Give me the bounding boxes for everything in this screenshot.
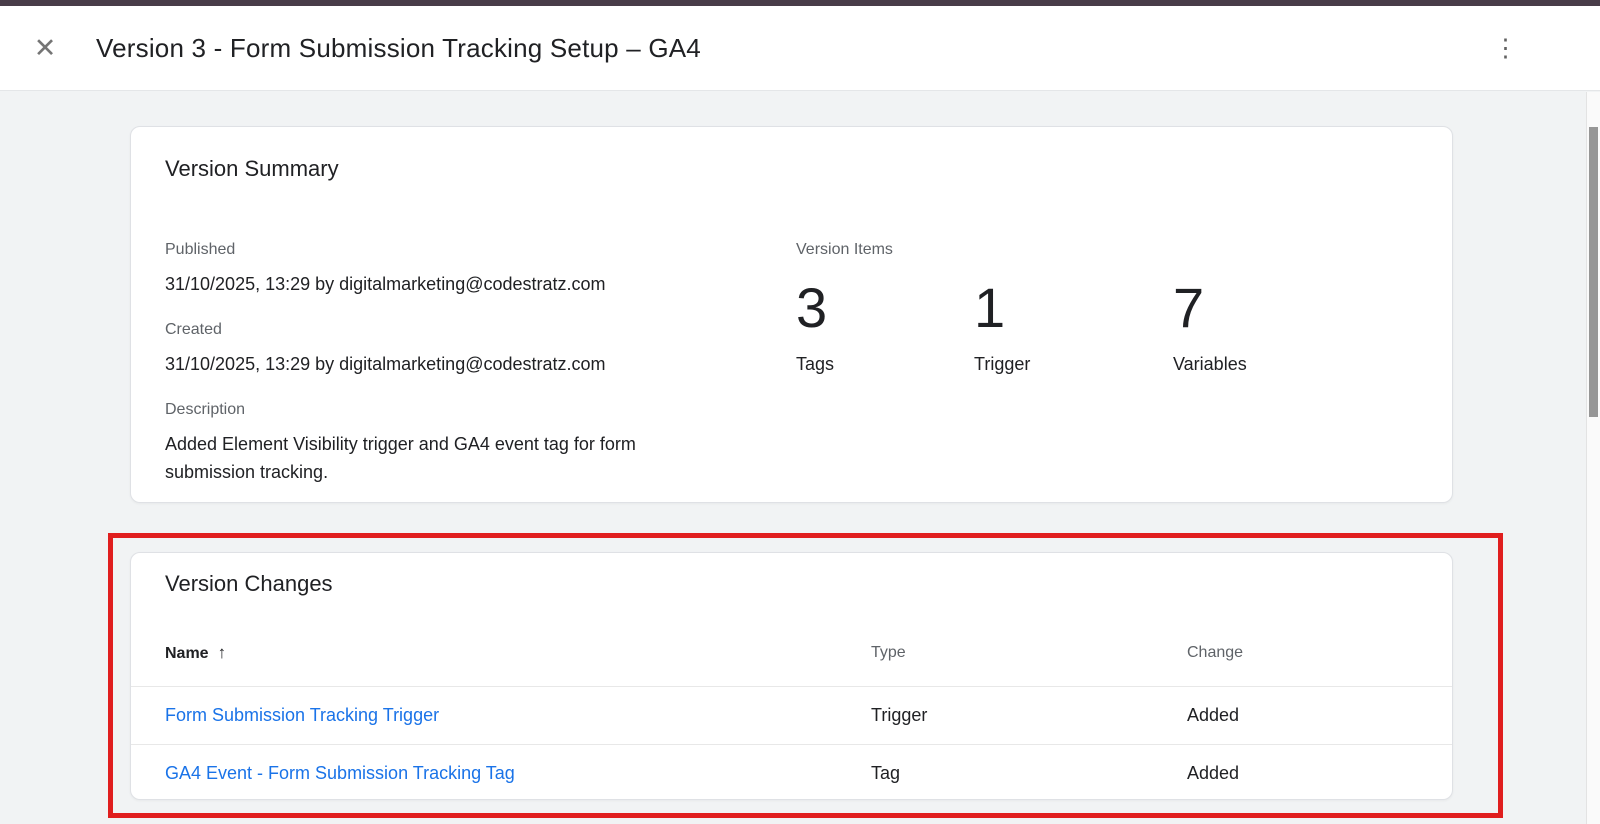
version-changes-table: Name ↑ Type Change Form Submission Tracki… [131, 619, 1452, 799]
published-label: Published [165, 241, 236, 258]
column-header-name[interactable]: Name ↑ [165, 643, 871, 663]
table-row: Form Submission Tracking Trigger Trigger… [131, 687, 1452, 744]
published-value: 31/10/2025, 13:29 by digitalmarketing@co… [165, 274, 606, 294]
tags-count: 3 [796, 276, 828, 339]
vertical-scrollbar[interactable] [1586, 92, 1600, 824]
sort-ascending-icon: ↑ [217, 642, 227, 662]
created-label: Created [165, 321, 222, 338]
stat-tags: 3 Tags [796, 270, 974, 375]
summary-fields: Published 31/10/2025, 13:29 by digitalma… [165, 239, 796, 486]
row-type: Trigger [871, 705, 928, 725]
change-link-tag[interactable]: GA4 Event - Form Submission Tracking Tag [165, 763, 515, 783]
version-items-stats: 3 Tags 1 Trigger 7 Variables [796, 270, 1418, 375]
trigger-count: 1 [974, 276, 1006, 339]
table-header-row: Name ↑ Type Change [131, 619, 1452, 687]
column-header-type[interactable]: Type [871, 644, 1187, 662]
tags-label: Tags [796, 354, 835, 374]
dialog-header: ✕ Version 3 - Form Submission Tracking S… [0, 6, 1600, 91]
description-value: Added Element Visibility trigger and GA4… [165, 434, 636, 482]
kebab-menu-icon[interactable]: ⋮ [1487, 33, 1524, 63]
column-header-change[interactable]: Change [1187, 644, 1418, 662]
close-icon[interactable]: ✕ [30, 33, 60, 63]
scrollbar-thumb[interactable] [1589, 127, 1598, 417]
version-summary-body: Published 31/10/2025, 13:29 by digitalma… [165, 239, 1418, 486]
version-changes-card: Version Changes Name ↑ Type Change Form S… [130, 552, 1453, 800]
change-link-trigger[interactable]: Form Submission Tracking Trigger [165, 705, 439, 725]
row-change: Added [1187, 762, 1240, 783]
page-title: Version 3 - Form Submission Tracking Set… [96, 32, 701, 63]
main-content: Version Summary Published 31/10/2025, 13… [0, 126, 1600, 818]
description-label: Description [165, 401, 246, 418]
variables-label: Variables [1173, 354, 1247, 374]
table-row: GA4 Event - Form Submission Tracking Tag… [131, 744, 1452, 799]
stat-trigger: 1 Trigger [974, 270, 1173, 375]
stat-variables: 7 Variables [1173, 270, 1247, 375]
version-items-panel: Version Items 3 Tags 1 Trigger 7 Variabl… [796, 239, 1418, 486]
row-type: Tag [871, 762, 901, 783]
version-summary-card: Version Summary Published 31/10/2025, 13… [130, 126, 1453, 503]
version-changes-title: Version Changes [165, 571, 333, 596]
row-change: Added [1187, 705, 1240, 725]
name-header-label: Name [165, 644, 209, 662]
created-value: 31/10/2025, 13:29 by digitalmarketing@co… [165, 354, 606, 374]
version-summary-title: Version Summary [165, 156, 339, 181]
variables-count: 7 [1173, 276, 1205, 339]
version-items-label: Version Items [796, 241, 893, 258]
trigger-label: Trigger [974, 354, 1031, 374]
annotation-rectangle: Version Changes Name ↑ Type Change Form S… [108, 533, 1503, 818]
